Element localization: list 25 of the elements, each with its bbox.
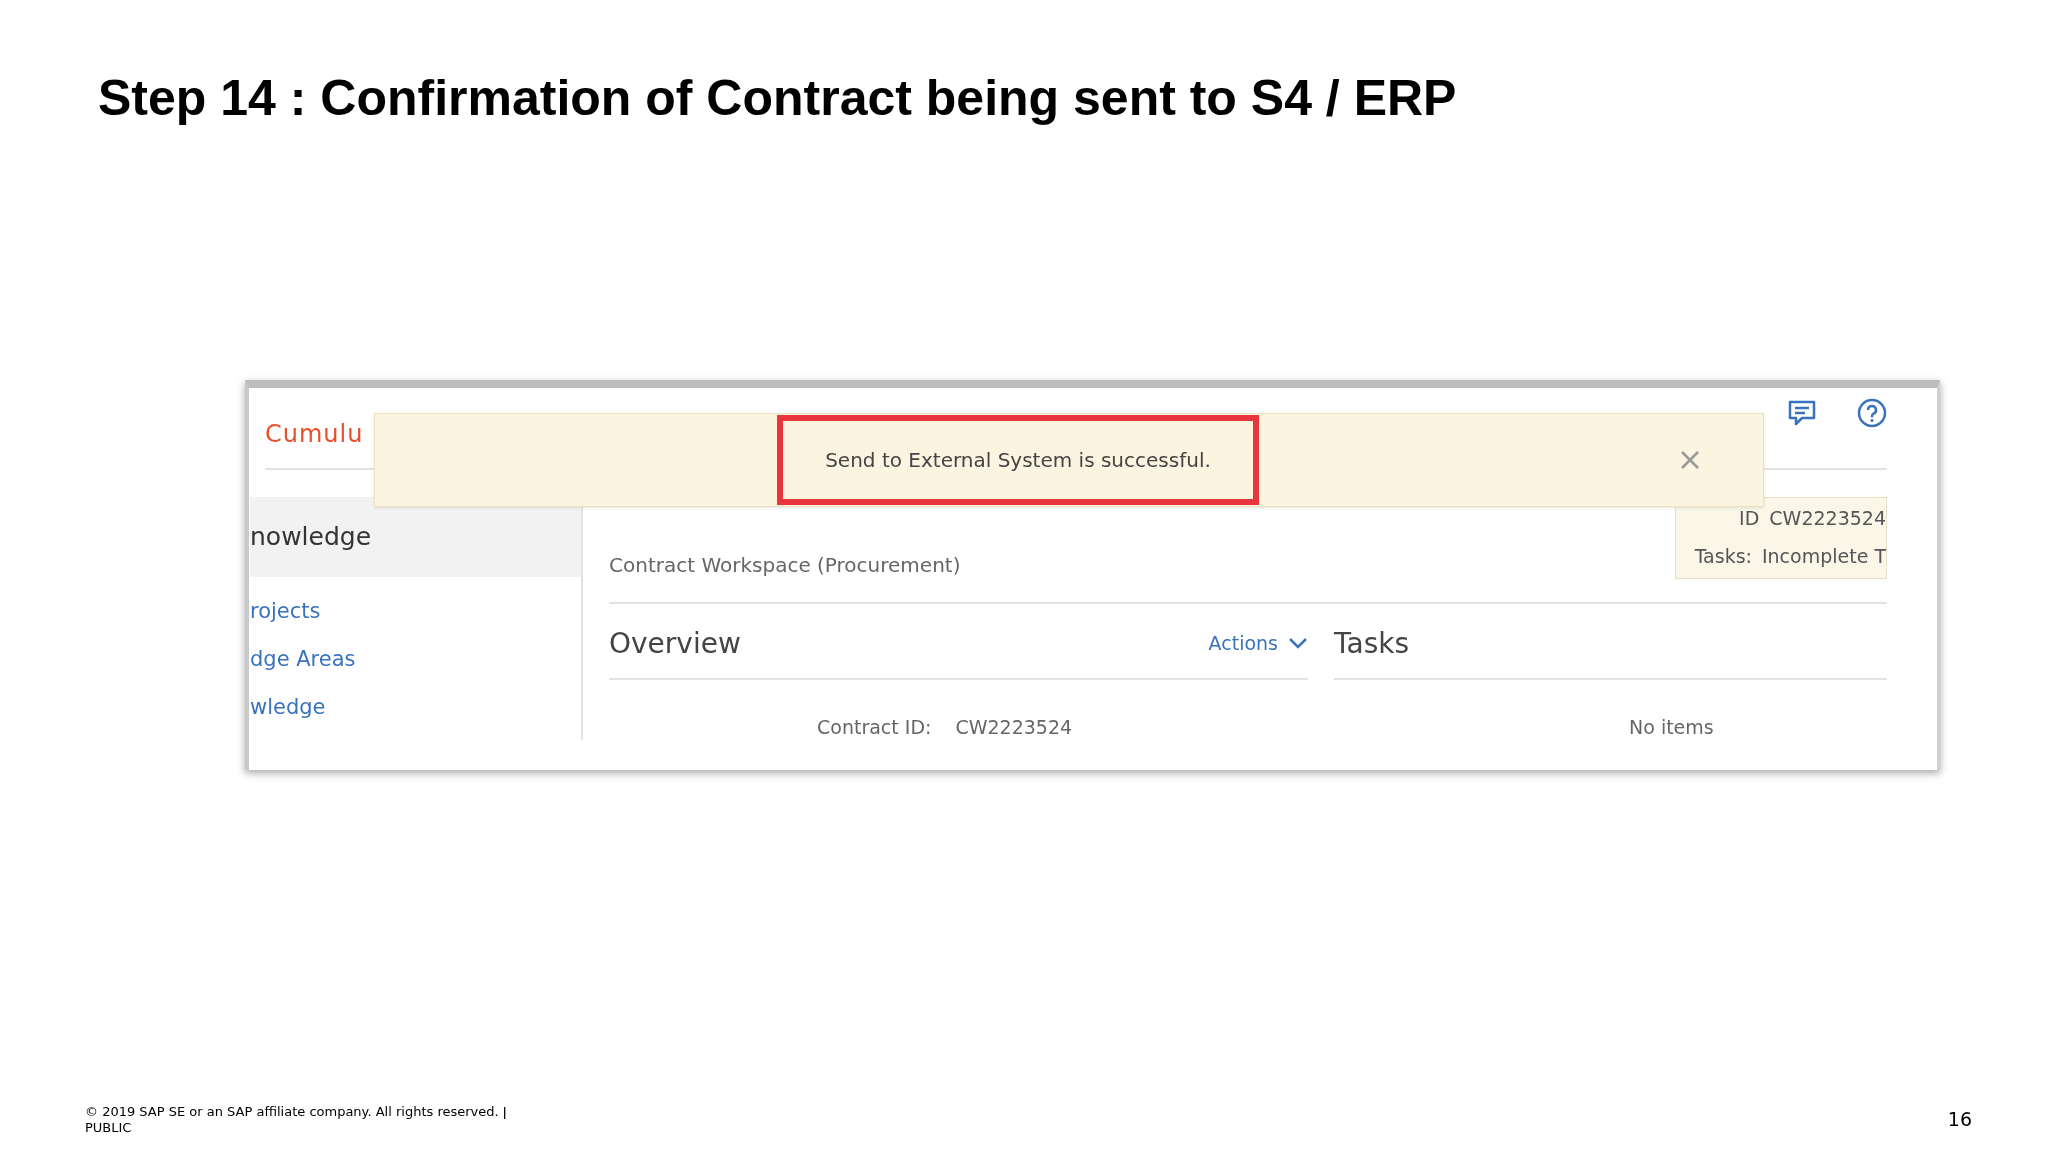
field-value: CW2223524 (955, 716, 1073, 738)
section-title: Overview (609, 626, 741, 660)
id-value: CW2223524 (1769, 506, 1886, 531)
sidebar-item[interactable]: dge Areas (250, 635, 581, 683)
copyright-text: © 2019 SAP SE or an SAP affiliate company. All rights reserved. ǀ (85, 1104, 507, 1120)
app-logo: Cumulu (265, 420, 364, 448)
sidebar-item[interactable]: nowledge (250, 497, 581, 577)
tasks-label: Tasks: (1694, 544, 1752, 569)
close-icon[interactable] (1679, 449, 1701, 471)
page-number: 16 (1947, 1108, 1972, 1130)
empty-message: No items (1629, 716, 1715, 738)
chevron-down-icon (1288, 636, 1308, 650)
id-label: ID (1739, 506, 1760, 531)
classification-label: PUBLIC (85, 1120, 132, 1136)
notification-message: Send to External System is successful. (777, 415, 1259, 505)
sidebar-item[interactable]: rojects (250, 587, 581, 635)
section-title: Tasks (1334, 626, 1410, 660)
page-subtitle: Contract Workspace (Procurement) (609, 552, 962, 579)
sidebar-item[interactable]: wledge (250, 683, 581, 731)
help-icon[interactable] (1857, 398, 1887, 428)
actions-button[interactable]: Actions (1208, 632, 1308, 654)
slide-title: Step 14 : Confirmation of Contract being sent to S4 / ERP (97, 69, 1457, 126)
chat-icon[interactable] (1787, 398, 1817, 428)
tasks-value: Incomplete T (1761, 544, 1886, 569)
field-label: Contract ID: (817, 716, 932, 738)
